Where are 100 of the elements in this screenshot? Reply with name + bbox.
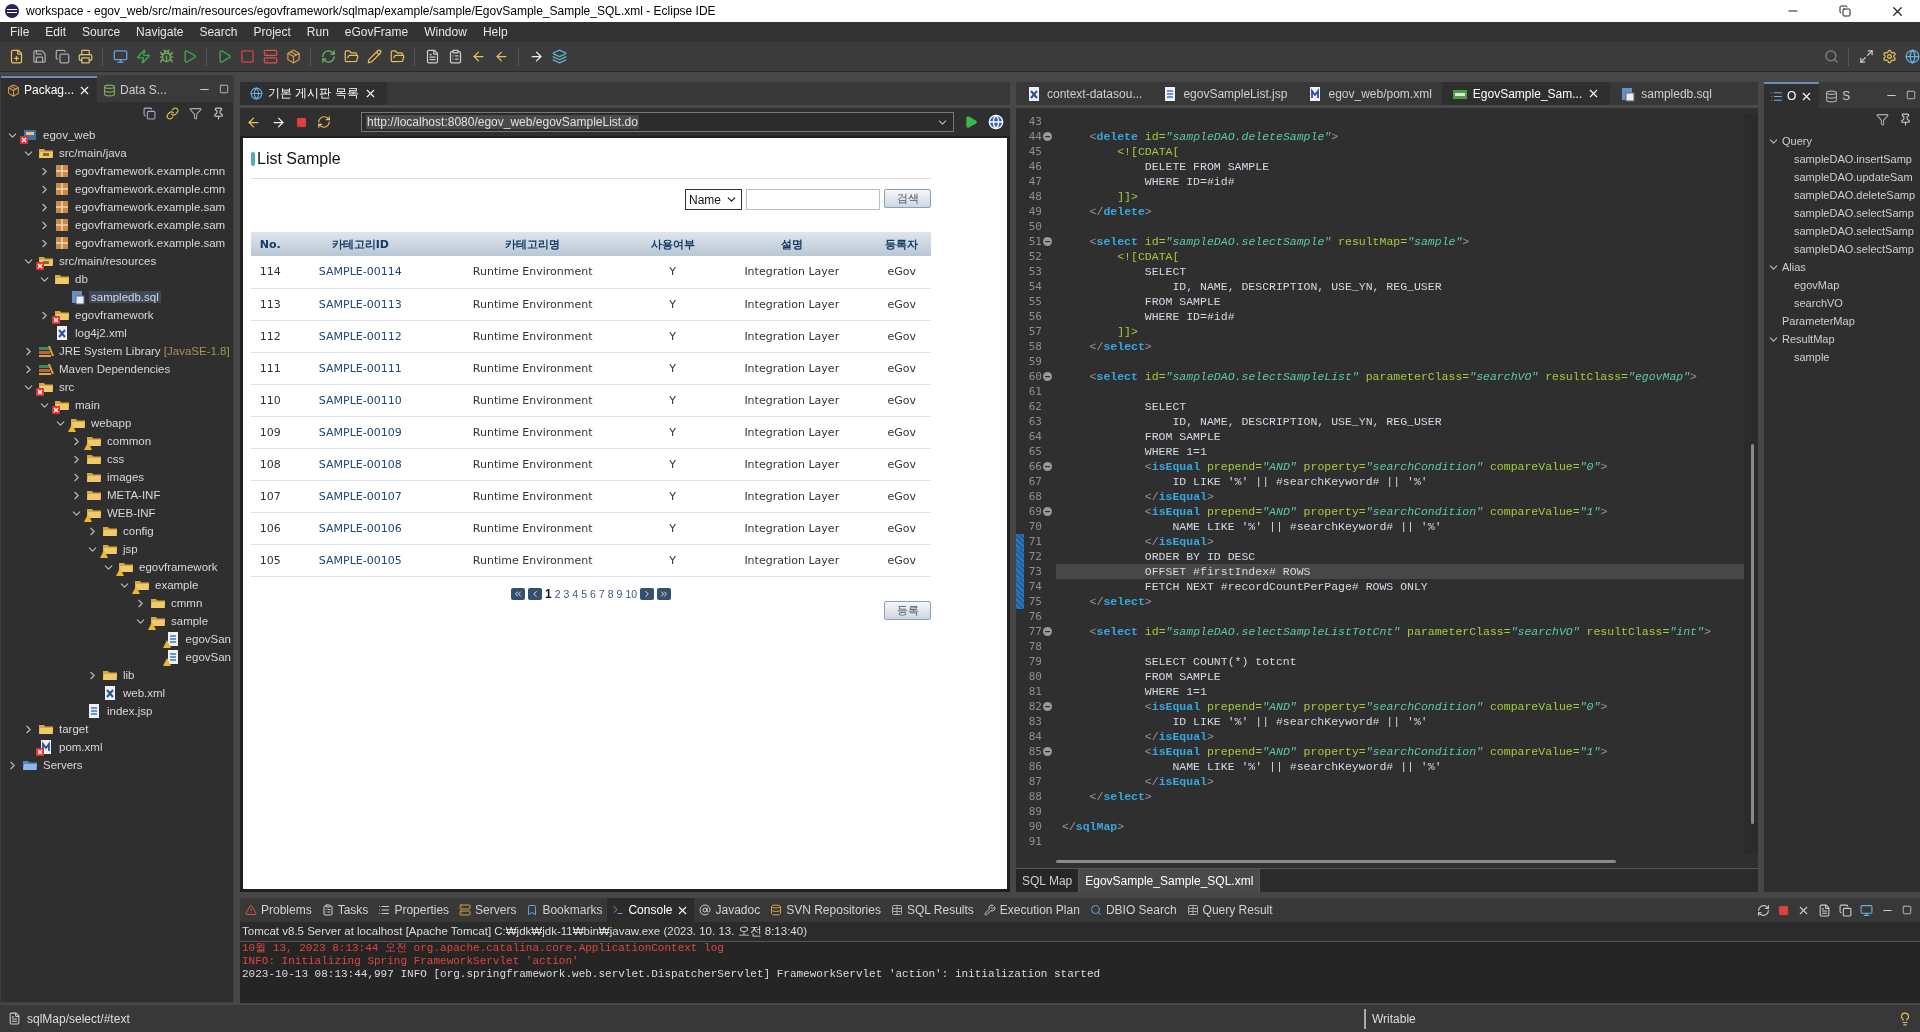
tree-item[interactable]: cmmn <box>1 594 233 612</box>
tree-item[interactable]: JRE System Library [JavaSE-1.8] <box>1 342 233 360</box>
editor-tab[interactable]: context-datasou... <box>1016 82 1153 105</box>
menu-item[interactable]: Window <box>416 25 475 39</box>
tree-item[interactable]: Maven Dependencies <box>1 360 233 378</box>
stop-icon[interactable] <box>296 116 307 128</box>
maximize-icon[interactable] <box>219 84 229 94</box>
url-field[interactable]: http://localhost:8080/egov_web/egovSampleList.do <box>361 112 954 132</box>
page-link[interactable]: 5 <box>581 587 587 600</box>
new-file-icon[interactable] <box>8 49 24 64</box>
view-tab[interactable]: Servers <box>454 898 522 922</box>
tree-item[interactable]: egovframework <box>1 558 233 576</box>
view-tab[interactable]: Query Result <box>1181 898 1278 922</box>
view-tab[interactable]: Data S... <box>97 76 173 102</box>
view-tab[interactable]: Properties <box>373 898 455 922</box>
refresh-icon[interactable] <box>1757 903 1770 917</box>
document-icon[interactable] <box>1818 903 1831 917</box>
page-link[interactable]: 6 <box>590 587 596 600</box>
page-link[interactable]: 10 <box>625 587 638 600</box>
editor-tab[interactable]: sampledb.sql <box>1610 82 1722 105</box>
id-link[interactable]: SAMPLE-00112 <box>289 320 432 352</box>
menu-item[interactable]: Help <box>474 25 516 39</box>
tree-item[interactable]: egovframework.example.sam <box>1 198 233 216</box>
tree-item[interactable]: src/main/resources <box>1 252 233 270</box>
tree-item[interactable]: common <box>1 432 233 450</box>
editor-tab[interactable]: EgovSample_Sam... <box>1441 82 1611 105</box>
monitor-icon[interactable] <box>112 49 128 64</box>
page-link[interactable]: 1 <box>544 586 552 601</box>
menu-item[interactable]: Source <box>74 25 129 39</box>
monitor-icon[interactable] <box>1860 903 1873 917</box>
tree-item[interactable]: egovSan <box>1 630 233 648</box>
tree-item[interactable]: egovframework.example.cmn <box>1 162 233 180</box>
forward-icon[interactable] <box>528 49 544 64</box>
clipboard-icon[interactable] <box>447 49 463 64</box>
refresh-icon[interactable] <box>317 115 331 129</box>
tree-item[interactable]: web.xml <box>1 684 233 702</box>
page-link[interactable]: 3 <box>563 587 570 600</box>
view-tab[interactable]: Tasks <box>316 898 374 922</box>
fold-icon[interactable] <box>1043 372 1052 381</box>
tree-item[interactable]: lib <box>1 666 233 684</box>
tree-item[interactable]: example <box>1 576 233 594</box>
view-tab[interactable]: Problems <box>240 898 317 922</box>
fold-icon[interactable] <box>1043 462 1052 471</box>
tree-item[interactable]: src/main/java <box>1 144 233 162</box>
package-icon[interactable] <box>285 49 301 64</box>
save-icon[interactable] <box>31 49 47 64</box>
menu-item[interactable]: File <box>2 25 38 39</box>
copy-icon[interactable] <box>1839 903 1852 917</box>
first-page-button[interactable] <box>510 587 525 600</box>
link-icon[interactable] <box>166 106 179 120</box>
browser-tab[interactable]: 기본 게시판 목록 <box>240 82 387 105</box>
save-all-icon[interactable] <box>54 49 70 64</box>
view-tab[interactable]: O <box>1764 82 1820 108</box>
document-icon[interactable] <box>424 49 440 64</box>
menu-item[interactable]: Edit <box>37 25 75 39</box>
collapse-all-icon[interactable] <box>143 106 156 120</box>
run-icon[interactable] <box>181 49 197 64</box>
page-link[interactable]: 8 <box>607 587 614 600</box>
tree-item[interactable]: index.jsp <box>1 702 233 720</box>
next-page-button[interactable] <box>640 587 655 600</box>
back-icon[interactable] <box>470 49 486 64</box>
editor-page-tab[interactable]: EgovSample_Sample_SQL.xml <box>1079 869 1261 892</box>
page-link[interactable]: 4 <box>572 587 579 600</box>
view-tab[interactable]: Javadoc <box>694 898 766 922</box>
maximize-icon[interactable] <box>1902 905 1912 915</box>
search-field[interactable] <box>746 189 880 210</box>
view-tab[interactable]: SQL Results <box>885 898 979 922</box>
editor-page-tab[interactable]: SQL Map <box>1016 869 1080 892</box>
view-tab[interactable]: Execution Plan <box>978 898 1085 922</box>
outline-item[interactable]: Alias <box>1764 258 1920 276</box>
id-link[interactable]: SAMPLE-00111 <box>289 352 432 384</box>
outline-item[interactable]: ParameterMap <box>1764 312 1920 330</box>
tree-item[interactable]: egovSan <box>1 648 233 666</box>
id-link[interactable]: SAMPLE-00108 <box>289 448 432 480</box>
menu-item[interactable]: Project <box>245 25 299 39</box>
refresh-icon[interactable] <box>320 49 336 64</box>
tree-item[interactable]: egov_web <box>1 126 233 144</box>
browser-icon[interactable] <box>988 114 1004 130</box>
view-tab[interactable]: Bookmarks <box>521 898 608 922</box>
tree-item[interactable]: pom.xml <box>1 738 233 756</box>
tree-item[interactable]: target <box>1 720 233 738</box>
id-link[interactable]: SAMPLE-00105 <box>289 544 432 576</box>
layers-icon[interactable] <box>551 49 567 64</box>
back-icon[interactable] <box>246 114 261 130</box>
tree-item[interactable]: Servers <box>1 756 233 774</box>
outline-item[interactable]: sampleDAO.selectSamp <box>1764 222 1920 240</box>
menu-item[interactable]: Navigate <box>128 25 192 39</box>
outline-item[interactable]: ResultMap <box>1764 330 1920 348</box>
run-config-icon[interactable] <box>216 49 232 64</box>
fold-icon[interactable] <box>1043 747 1052 756</box>
previous-page-button[interactable] <box>527 587 542 600</box>
globe-icon[interactable] <box>1904 49 1920 64</box>
fold-icon[interactable] <box>1043 702 1052 711</box>
tree-item[interactable]: css <box>1 450 233 468</box>
tree-item[interactable]: sample <box>1 612 233 630</box>
tree-item[interactable]: db <box>1 270 233 288</box>
stop-icon[interactable] <box>1778 904 1789 916</box>
id-link[interactable]: SAMPLE-00107 <box>289 480 432 512</box>
view-tab[interactable]: S <box>1819 82 1857 108</box>
forward-icon[interactable] <box>271 114 286 130</box>
